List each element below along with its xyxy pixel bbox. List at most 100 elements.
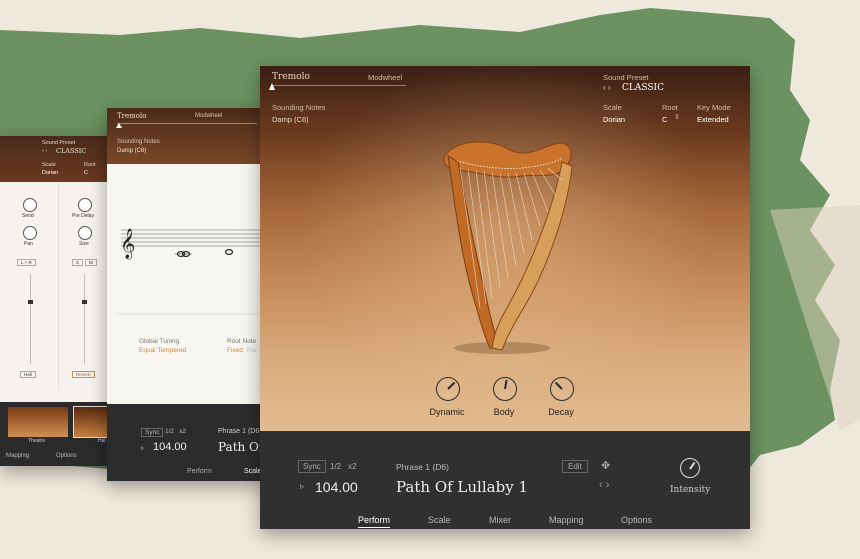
global-tuning-label: Global Tuning <box>139 338 180 345</box>
size-knob[interactable] <box>78 226 92 240</box>
tab-perform-mid[interactable]: Perform <box>187 468 212 475</box>
mute-button[interactable]: M <box>85 259 97 266</box>
note-icon <box>224 248 234 255</box>
size-label: Size <box>79 241 89 247</box>
root-note-per[interactable]: Per <box>247 347 257 354</box>
sound-preset-label: Sound Preset <box>42 140 76 146</box>
body-knob[interactable] <box>493 377 517 401</box>
root-value[interactable]: C <box>662 115 667 124</box>
half-speed-button[interactable]: 1/2 <box>165 428 174 435</box>
sounding-notes-label: Sounding Notes <box>272 103 326 112</box>
preset-name[interactable]: CLASSIC <box>56 147 86 155</box>
tempo-value[interactable]: 104.00 <box>153 441 187 453</box>
mixer-window-back: Sound Preset ‹ › CLASSIC Scale Root Dori… <box>0 136 120 466</box>
scale-staff-panel: 𝄞 Global Tuning Equal Tempered Root Note… <box>107 164 267 404</box>
decay-label: Decay <box>548 407 574 417</box>
preset-name[interactable]: CLASSIC <box>622 83 664 93</box>
harp-main-window: Tremolo Modwheel Sounding Notes Damp (C6… <box>260 66 750 529</box>
back-header: Sound Preset ‹ › CLASSIC Scale Root Dori… <box>0 136 120 182</box>
root-value[interactable]: C <box>84 170 88 176</box>
phrase-label: Phrase 1 (D6) <box>396 462 449 472</box>
solo-button[interactable]: S <box>72 259 84 266</box>
sync-button[interactable]: Sync <box>298 460 326 473</box>
dynamic-knob-pointer <box>447 381 456 390</box>
root-label: Root <box>84 162 96 168</box>
tremolo-slider-handle[interactable] <box>269 83 275 90</box>
scale-value[interactable]: Dorian <box>603 115 625 124</box>
tab-options-back[interactable]: Options <box>56 453 77 459</box>
half-speed-button[interactable]: 1/2 <box>330 462 341 471</box>
sync-button[interactable]: Sync <box>141 428 164 437</box>
edit-button[interactable]: Edit <box>562 460 588 473</box>
channel-fader-2[interactable] <box>84 274 85 364</box>
tremolo-slider-handle[interactable] <box>116 123 122 128</box>
move-icon[interactable]: ✥ <box>601 459 610 472</box>
hall-button[interactable]: Hall <box>20 371 36 378</box>
fader-handle-1[interactable] <box>28 300 33 304</box>
key-mode-value[interactable]: Extended <box>697 115 729 124</box>
tempo-value[interactable]: 104.00 <box>315 479 358 495</box>
pre-delay-knob[interactable] <box>78 198 92 212</box>
dynamic-label: Dynamic <box>429 407 465 417</box>
intensity-knob-pointer <box>689 461 696 470</box>
tab-mixer[interactable]: Mixer <box>489 515 511 525</box>
root-stepper-icon[interactable]: ⇕ <box>674 113 680 121</box>
mixer-panel: Send Pre Delay Pan Size L + R S M Hall R… <box>0 182 120 426</box>
tab-mapping-back[interactable]: Mapping <box>6 453 29 459</box>
scale-label: Scale <box>603 103 622 112</box>
tremolo-label: Tremolo <box>117 112 147 120</box>
phrase-label: Phrase 1 (D6 <box>218 428 260 435</box>
global-tuning-value[interactable]: Equal Tempered <box>139 347 186 354</box>
intensity-label: Intensity <box>670 485 711 495</box>
phrase-name[interactable]: Path Of <box>218 440 263 454</box>
music-staff: 𝄞 <box>117 228 267 315</box>
send-label: Send <box>22 213 34 219</box>
modwheel-label: Modwheel <box>195 113 223 119</box>
double-speed-button[interactable]: x2 <box>348 462 356 471</box>
play-icon[interactable]: ▹ <box>300 481 305 492</box>
phrase-name[interactable]: Path Of Lullaby 1 <box>396 478 528 496</box>
send-knob[interactable] <box>23 198 37 212</box>
tab-options[interactable]: Options <box>621 515 652 525</box>
dynamic-knob[interactable] <box>436 377 460 401</box>
treble-clef-icon: 𝄞 <box>120 228 135 260</box>
tremolo-slider-track[interactable] <box>117 123 257 124</box>
theatre-thumbnail[interactable] <box>8 407 68 437</box>
root-note-value[interactable]: Fixed <box>227 347 243 354</box>
reverb-button[interactable]: Reverb <box>72 371 95 378</box>
pre-delay-label: Pre Delay <box>72 213 94 219</box>
root-label: Root <box>662 103 678 112</box>
body-label: Body <box>493 407 515 417</box>
decay-knob-pointer <box>554 381 563 390</box>
body-knob-pointer <box>504 379 508 390</box>
modwheel-label: Modwheel <box>368 73 403 82</box>
decay-knob[interactable] <box>550 377 574 401</box>
tab-mapping[interactable]: Mapping <box>549 515 584 525</box>
scale-value[interactable]: Dorian <box>42 170 58 176</box>
key-mode-label: Key Mode <box>697 103 731 112</box>
phrase-prev-next-icon[interactable]: ‹ › <box>599 479 609 491</box>
tremolo-label: Tremolo <box>272 72 310 82</box>
tab-scale[interactable]: Scale <box>428 515 451 525</box>
preset-arrows-icon[interactable]: ‹ › <box>42 148 47 154</box>
mid-bottom-bar: Sync 1/2 x2 Phrase 1 (D6 ▹ 104.00 Path O… <box>107 404 267 481</box>
tremolo-slider-track[interactable] <box>272 85 406 86</box>
tab-scale-mid[interactable]: Scale <box>244 468 262 475</box>
scale-window-mid: Tremolo Modwheel Sounding Notes Damp (C6… <box>107 108 267 481</box>
scale-label: Scale <box>42 162 56 168</box>
channel-fader-1[interactable] <box>30 274 31 364</box>
sounding-notes-label: Sounding Notes <box>117 139 160 145</box>
double-speed-button[interactable]: x2 <box>179 428 186 435</box>
pan-mode-button[interactable]: L + R <box>17 259 36 266</box>
tab-perform[interactable]: Perform <box>358 515 391 528</box>
sounding-notes-value[interactable]: Damp (C6) <box>272 115 309 124</box>
sounding-notes-value[interactable]: Damp (C6) <box>117 148 146 154</box>
root-note-label: Root Note <box>227 338 257 345</box>
pan-knob[interactable] <box>23 226 37 240</box>
preset-prev-next-icon[interactable]: ‹ › <box>603 83 611 92</box>
harp-image <box>443 141 573 354</box>
fader-handle-2[interactable] <box>82 300 87 304</box>
mid-header: Tremolo Modwheel Sounding Notes Damp (C6… <box>107 108 267 164</box>
intensity-knob[interactable] <box>680 458 700 478</box>
play-icon[interactable]: ▹ <box>141 444 145 452</box>
